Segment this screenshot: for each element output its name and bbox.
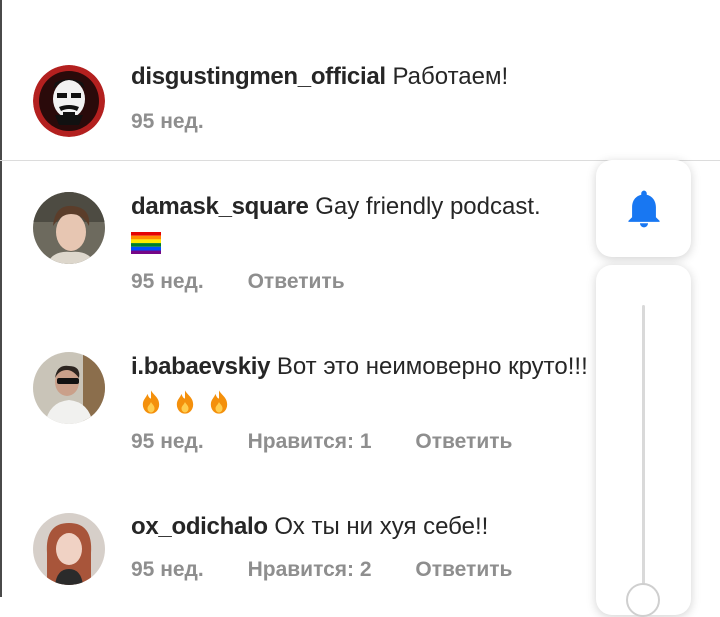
comment-age: 95 нед. [131, 110, 204, 133]
comment-username[interactable]: damask_square [131, 193, 309, 220]
fire-emoji [142, 389, 160, 414]
avatar-i-babaevskiy[interactable] [33, 352, 105, 424]
comment-body: Gay friendly podcast. [315, 193, 541, 220]
comment-age: 95 нед. [131, 430, 204, 453]
comment-username[interactable]: i.babaevskiy [131, 353, 270, 380]
volume-slider-panel[interactable] [596, 265, 691, 617]
rainbow-flag-emoji [131, 231, 161, 254]
reply-button[interactable]: Ответить [248, 270, 345, 294]
volume-slider-thumb[interactable] [626, 583, 660, 617]
notification-bell-button[interactable] [596, 160, 691, 257]
reply-button[interactable]: Ответить [415, 558, 512, 582]
avatar-ox-odichalo[interactable] [33, 513, 105, 585]
avatar-disgustingmen[interactable] [33, 65, 105, 137]
comment-meta-2: 95 нед. Ответить [131, 270, 383, 294]
comment-text-1: disgustingmen_official Работаем! [131, 60, 601, 94]
bell-icon [627, 190, 660, 227]
like-count[interactable]: Нравится: 2 [248, 558, 372, 582]
comment-text-3: i.babaevskiy Вот это неимоверно круто!!! [131, 350, 601, 418]
comment-body: Вот это неимоверно круто!!! [276, 353, 588, 380]
comment-body: Работаем! [392, 63, 509, 90]
comment-age: 95 нед. [131, 270, 204, 293]
comment-age: 95 нед. [131, 558, 204, 581]
comment-body: Ох ты ни хуя себе!! [274, 513, 489, 540]
comment-meta-4: 95 нед. Нравится: 2 Ответить [131, 558, 550, 582]
comment-text-2: damask_square Gay friendly podcast. [131, 190, 601, 258]
comment-text-4: ox_odichalo Ох ты ни хуя себе!! [131, 510, 601, 544]
window-edge [0, 0, 2, 597]
comment-username[interactable]: ox_odichalo [131, 513, 268, 540]
reply-button[interactable]: Ответить [415, 430, 512, 454]
like-count[interactable]: Нравится: 1 [248, 430, 372, 454]
fire-emoji [176, 389, 194, 414]
volume-slider-track[interactable] [642, 305, 645, 605]
fire-emoji [210, 389, 228, 414]
comment-meta-3: 95 нед. Нравится: 1 Ответить [131, 430, 550, 454]
comment-meta-1: 95 нед. [131, 110, 242, 134]
comment-username[interactable]: disgustingmen_official [131, 63, 386, 90]
avatar-damask-square[interactable] [33, 192, 105, 264]
